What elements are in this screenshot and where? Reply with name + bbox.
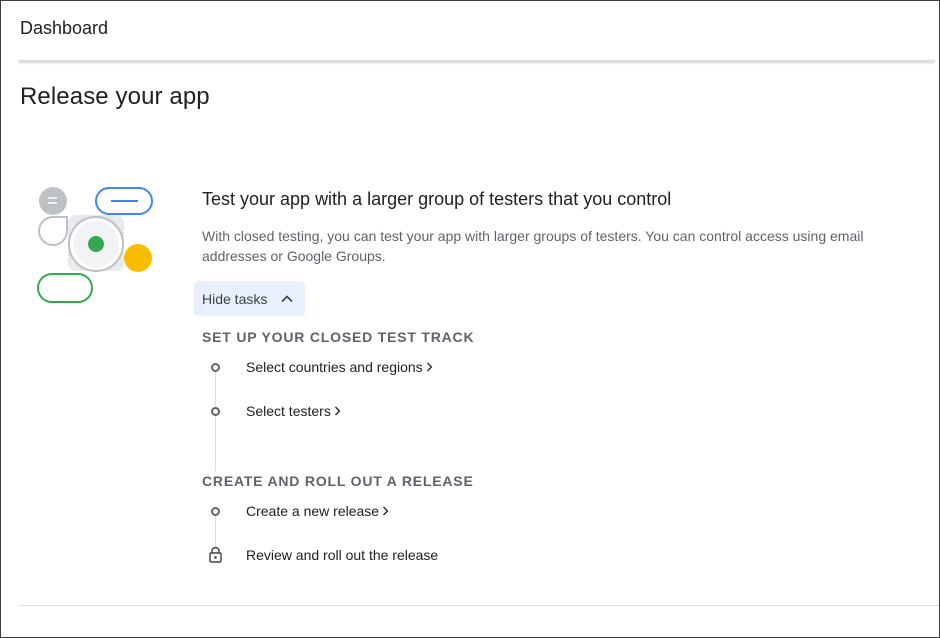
lock-icon — [208, 546, 223, 563]
app-window: Dashboard Release your app Test your app… — [0, 0, 940, 638]
top-bar: Dashboard — [1, 1, 939, 61]
chevron-right-icon — [426, 362, 433, 372]
section-heading-create-release: CREATE AND ROLL OUT A RELEASE — [202, 473, 474, 489]
grey-bubble-shape — [39, 187, 67, 215]
card-heading: Test your app with a larger group of tes… — [202, 189, 672, 209]
task-create-release-link[interactable]: Create a new release — [246, 503, 389, 519]
card-description: With closed testing, you can test your a… — [202, 228, 864, 264]
testers-illustration — [36, 187, 153, 303]
task-select-testers-link[interactable]: Select testers — [246, 403, 341, 419]
grey-outline-bubble — [38, 216, 68, 246]
green-pill-shape — [36, 273, 94, 303]
hide-tasks-label: Hide tasks — [202, 291, 268, 307]
hide-tasks-button[interactable]: Hide tasks — [194, 281, 305, 316]
timeline-line — [215, 367, 216, 471]
top-bar-divider — [19, 60, 935, 62]
yellow-circle-shape — [124, 244, 152, 272]
chevron-right-icon — [334, 406, 341, 416]
top-bar-title: Dashboard — [20, 18, 109, 38]
green-dot-shape — [88, 236, 104, 252]
bottom-divider — [19, 605, 939, 606]
chevron-up-icon — [281, 295, 293, 303]
task-select-countries-link[interactable]: Select countries and regions — [246, 359, 433, 375]
task-label: Select testers — [246, 403, 331, 419]
page-title: Release your app — [20, 83, 210, 110]
task-status-dot-icon — [211, 407, 220, 416]
task-status-dot-icon — [211, 363, 220, 372]
task-label: Select countries and regions — [246, 359, 423, 375]
task-label: Create a new release — [246, 503, 380, 519]
chevron-right-icon — [383, 506, 389, 516]
section-heading-closed-test-track: SET UP YOUR CLOSED TEST TRACK — [202, 329, 475, 345]
timeline-line — [215, 511, 216, 549]
task-review-rollout-locked: Review and roll out the release — [246, 547, 439, 563]
task-status-dot-icon — [211, 507, 220, 516]
